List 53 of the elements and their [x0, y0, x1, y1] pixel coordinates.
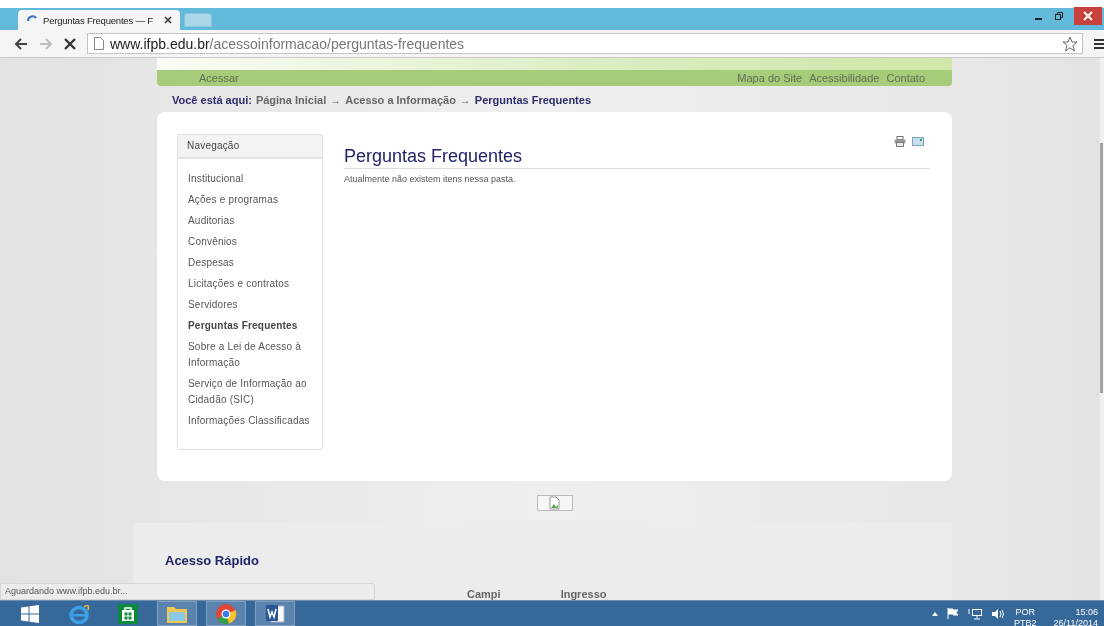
navigation-link[interactable]: Convênios — [188, 234, 316, 250]
browser-tab[interactable]: Perguntas Frequentes — F — [18, 10, 180, 30]
shopping-bag-icon — [118, 603, 138, 624]
close-icon — [1083, 11, 1093, 21]
clock-time[interactable]: 15:06 — [1075, 606, 1098, 618]
status-bubble: Aguardando www.ifpb.edu.br... — [0, 583, 375, 600]
footer-column-heading: Campi — [467, 588, 501, 600]
taskbar-button[interactable] — [255, 601, 295, 626]
caret-icon[interactable] — [932, 611, 939, 616]
star-icon[interactable] — [1062, 35, 1078, 52]
round-logo-icon — [215, 602, 237, 625]
page-title: Perguntas Frequentes — [344, 146, 930, 169]
breadcrumb-separator: → — [330, 94, 342, 108]
broken-image-icon — [536, 495, 573, 511]
network-icon[interactable] — [968, 607, 983, 620]
footer-column-heading: Ingresso — [560, 588, 607, 600]
breadcrumb-link[interactable]: Página Inicial — [255, 94, 327, 112]
page-icon — [94, 37, 104, 50]
close-icon[interactable] — [164, 16, 172, 24]
navigation-title: Navegação — [178, 135, 322, 159]
windows-icon — [21, 604, 39, 623]
flag-icon[interactable] — [947, 608, 960, 619]
breadcrumb-label: Você está aqui: — [172, 94, 252, 108]
navigation-link[interactable]: Auditorias — [188, 213, 316, 229]
back-icon[interactable] — [14, 36, 28, 51]
footer-heading: Acesso Rápido — [165, 553, 260, 568]
navigation-link[interactable]: Servidores — [188, 297, 316, 313]
clock-date[interactable]: 26/11/2014 — [1053, 617, 1098, 626]
navigation-link[interactable]: Licitações e contratos — [188, 276, 316, 292]
breadcrumb-separator: → — [459, 94, 471, 108]
navigation-link[interactable]: Ações e programas — [188, 192, 316, 208]
stop-icon[interactable] — [64, 37, 76, 50]
ring-icon — [68, 602, 90, 625]
close-window-button[interactable] — [1074, 7, 1102, 25]
navigation-link[interactable]: Informações Classificadas — [188, 413, 316, 429]
scrollbar-thumb[interactable] — [1100, 143, 1103, 393]
breadcrumb-link[interactable]: Acesso a Informação — [345, 94, 456, 112]
restore-icon[interactable] — [1054, 11, 1064, 21]
input-language[interactable]: POR — [1015, 606, 1036, 618]
navigation-link[interactable]: Sobre a Lei de Acesso à Informação — [188, 339, 316, 371]
empty-folder-message: Atualmente não existem itens nessa pasta. — [344, 174, 517, 184]
navigation-link[interactable]: Serviço de Informação ao Cidadão (SIC) — [188, 376, 316, 408]
input-language[interactable]: PTB2 — [1014, 617, 1037, 626]
print-icon[interactable] — [894, 136, 906, 147]
document-icon — [264, 602, 286, 625]
speaker-icon[interactable] — [991, 607, 1006, 620]
taskbar-button[interactable] — [206, 601, 246, 626]
navigation-link[interactable]: Perguntas Frequentes — [188, 318, 316, 334]
navigation-link[interactable]: Institucional — [188, 171, 316, 187]
menu-icon[interactable] — [1094, 37, 1104, 50]
breadcrumb-current: Perguntas Frequentes — [474, 94, 591, 108]
navigation-link[interactable]: Despesas — [188, 255, 316, 271]
address-bar[interactable]: www.ifpb.edu.br/acessoinformacao/perguntas-frequentes — [87, 33, 1083, 54]
